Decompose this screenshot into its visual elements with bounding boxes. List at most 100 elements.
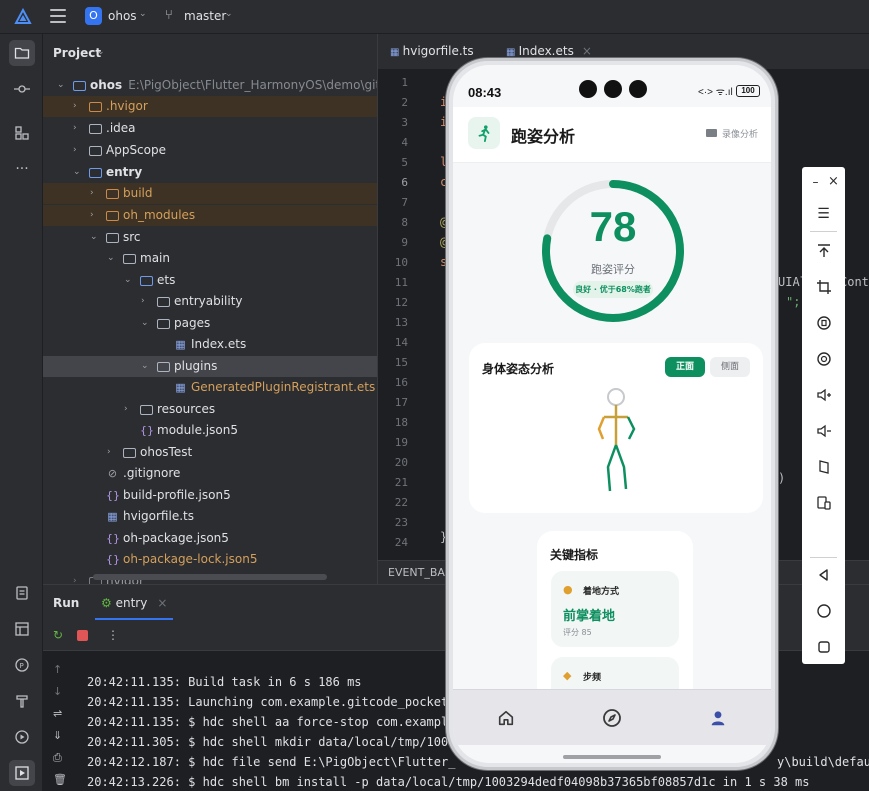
tree-row-main[interactable]: ⌄ main bbox=[43, 248, 377, 269]
root-folder-label: ohos bbox=[90, 78, 123, 92]
tree-label: src bbox=[123, 230, 141, 244]
soft-wrap-icon[interactable]: ⇌ bbox=[53, 707, 62, 720]
line-number: 17 bbox=[394, 396, 408, 409]
commit-icon[interactable] bbox=[9, 76, 35, 102]
metric-value: 前掌着地 bbox=[563, 609, 616, 624]
line-number: 1 bbox=[401, 76, 408, 89]
tree-row-gitignore[interactable]: ⊘ .gitignore bbox=[43, 463, 377, 484]
person-icon[interactable] bbox=[707, 707, 729, 729]
project-name[interactable]: ohos bbox=[108, 9, 137, 23]
close-icon[interactable]: × bbox=[582, 44, 592, 58]
rotate-right-icon[interactable] bbox=[813, 348, 834, 369]
line-number: 22 bbox=[394, 496, 408, 509]
services-icon[interactable] bbox=[9, 724, 35, 750]
scroll-down-icon[interactable]: ↓ bbox=[53, 685, 62, 698]
project-panel-title[interactable]: Project bbox=[53, 46, 101, 60]
volume-up-icon[interactable] bbox=[813, 384, 834, 405]
trash-icon[interactable]: 🗑 bbox=[53, 773, 67, 786]
rerun-icon[interactable]: ↻ bbox=[53, 628, 63, 642]
crop-screenshot-icon[interactable] bbox=[813, 276, 834, 297]
tab-hvigorfile[interactable]: ▦ hvigorfile.ts bbox=[390, 44, 474, 58]
line-number: 5 bbox=[401, 156, 408, 169]
tree-row-appscope[interactable]: › AppScope bbox=[43, 140, 377, 161]
tree-row-build[interactable]: › build bbox=[43, 183, 377, 204]
tree-row-hvigorfile[interactable]: ▦ hvigorfile.ts bbox=[43, 506, 377, 527]
tree-row-oh-modules[interactable]: › oh_modules bbox=[43, 205, 377, 226]
folder-icon bbox=[157, 297, 170, 307]
tab-index-ets[interactable]: ▦ Index.ets × bbox=[506, 44, 592, 58]
emulator-toolbar: – × ☰ bbox=[802, 167, 845, 664]
tree-row-plugins[interactable]: ⌄ plugins bbox=[43, 356, 377, 377]
app-title: 跑姿分析 bbox=[511, 127, 576, 146]
menu-icon[interactable]: ☰ bbox=[813, 203, 834, 224]
more-options-icon[interactable]: ⋮ bbox=[107, 628, 119, 642]
tree-row-build-profile[interactable]: {} build-profile.json5 bbox=[43, 485, 377, 506]
back-icon[interactable] bbox=[813, 564, 834, 585]
line-number: 8 bbox=[401, 216, 408, 229]
tree-label: hvigorfile.ts bbox=[123, 509, 194, 523]
run-tab-entry[interactable]: ⚙ entry × bbox=[101, 596, 167, 610]
run-window-icon[interactable] bbox=[9, 760, 35, 786]
close-icon[interactable]: × bbox=[823, 171, 844, 192]
module-icon: ⚙ bbox=[101, 596, 116, 610]
home-button-icon[interactable] bbox=[813, 600, 834, 621]
chevron-down-icon[interactable]: ⌄ bbox=[225, 9, 233, 19]
todo-icon[interactable] bbox=[9, 580, 35, 606]
tree-row-entryability[interactable]: › entryability bbox=[43, 291, 377, 312]
line-number: 4 bbox=[401, 136, 408, 149]
log-line: 20:42:11.135: $ hdc shell aa force-stop … bbox=[87, 715, 449, 729]
structure-icon[interactable] bbox=[9, 120, 35, 146]
tree-row-idea[interactable]: › .idea bbox=[43, 118, 377, 139]
line-number: 6 bbox=[401, 176, 408, 189]
recent-apps-icon[interactable] bbox=[813, 636, 834, 657]
layout-icon[interactable] bbox=[9, 616, 35, 642]
video-camera-icon bbox=[706, 129, 717, 137]
metric-landing[interactable]: ● 着地方式 前掌着地 评分 85 bbox=[551, 571, 679, 647]
more-tools-icon[interactable]: ··· bbox=[9, 156, 35, 182]
tree-row-oh-package[interactable]: {} oh-package.json5 bbox=[43, 528, 377, 549]
front-view-toggle[interactable]: 正面 bbox=[665, 357, 705, 377]
compass-icon[interactable] bbox=[601, 707, 623, 729]
tree-row-generated-plugin[interactable]: ▦ GeneratedPluginRegistrant.ets bbox=[43, 377, 377, 398]
tree-row-ohostest[interactable]: › ohosTest bbox=[43, 442, 377, 463]
tree-row-hvigor[interactable]: › .hvigor bbox=[43, 96, 377, 117]
pin-top-icon[interactable] bbox=[813, 240, 834, 261]
horizontal-scrollbar[interactable] bbox=[93, 574, 327, 580]
tree-label: .idea bbox=[106, 121, 136, 135]
line-number: 24 bbox=[394, 536, 408, 549]
side-view-toggle[interactable]: 侧面 bbox=[710, 357, 750, 377]
tree-row-pages[interactable]: ⌄ pages bbox=[43, 313, 377, 334]
profiler-icon[interactable]: P bbox=[9, 652, 35, 678]
chevron-down-icon[interactable]: ⌄ bbox=[139, 9, 147, 19]
rotate-left-icon[interactable] bbox=[813, 312, 834, 333]
close-icon[interactable]: × bbox=[157, 596, 167, 610]
print-icon[interactable]: ⎙ bbox=[53, 751, 62, 765]
scroll-to-end-icon[interactable]: ⇓ bbox=[53, 729, 62, 742]
project-badge[interactable]: O bbox=[85, 7, 102, 25]
tree-row-oh-package-lock[interactable]: {} oh-package-lock.json5 bbox=[43, 549, 377, 570]
scroll-up-icon[interactable]: ↑ bbox=[53, 663, 62, 676]
stop-icon[interactable] bbox=[77, 630, 88, 641]
tree-label: build-profile.json5 bbox=[123, 488, 231, 502]
tree-row-src[interactable]: ⌄ src bbox=[43, 227, 377, 248]
project-folder-icon[interactable] bbox=[9, 40, 35, 66]
tree-row-ets[interactable]: ⌄ ets bbox=[43, 270, 377, 291]
score-label: 跑姿评分 bbox=[591, 263, 635, 276]
chevron-down-icon[interactable]: ⌄ bbox=[97, 47, 105, 57]
line-number: 11 bbox=[394, 276, 408, 289]
home-icon[interactable] bbox=[495, 707, 517, 729]
tree-row-resources[interactable]: › resources bbox=[43, 399, 377, 420]
branch-name[interactable]: master bbox=[184, 9, 226, 23]
tree-row-index-ets[interactable]: ▦ Index.ets bbox=[43, 334, 377, 355]
fold-device-icon[interactable] bbox=[813, 456, 834, 477]
volume-down-icon[interactable] bbox=[813, 420, 834, 441]
build-hammer-icon[interactable] bbox=[9, 688, 35, 714]
home-indicator[interactable] bbox=[563, 755, 661, 759]
tree-label: ets bbox=[157, 273, 176, 287]
tree-row-entry[interactable]: ⌄ entry bbox=[43, 162, 377, 183]
tree-row-root[interactable]: ⌄ ohos E:\PigObject\Flutter_HarmonyOS\dem… bbox=[43, 75, 377, 96]
folder-icon bbox=[106, 233, 119, 243]
multi-device-icon[interactable] bbox=[813, 492, 834, 513]
main-menu-icon[interactable] bbox=[50, 9, 66, 23]
tree-row-module-json5[interactable]: {} module.json5 bbox=[43, 420, 377, 441]
